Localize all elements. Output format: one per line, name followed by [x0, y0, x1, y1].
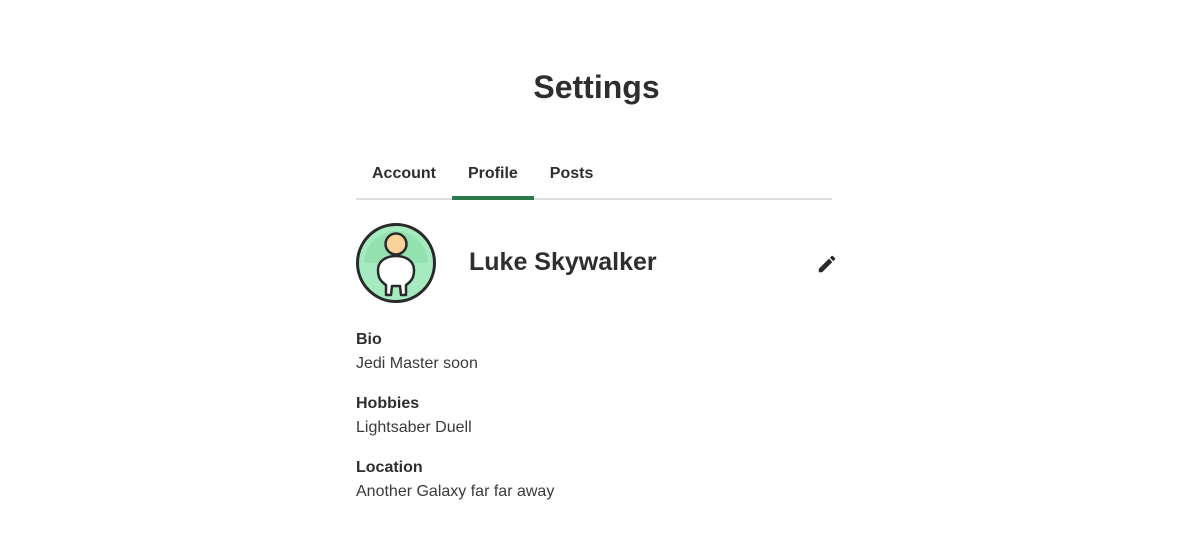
hobbies-value: Lightsaber Duell: [356, 419, 472, 436]
bio-field: Bio Jedi Master soon: [356, 329, 832, 376]
page-title: Settings: [533, 69, 660, 105]
location-field: Location Another Galaxy far far away: [356, 457, 832, 504]
tab-account[interactable]: Account: [356, 152, 452, 198]
settings-page: Settings Account Profile Posts Luke Skyw…: [0, 0, 1193, 538]
hobbies-field: Hobbies Lightsaber Duell: [356, 393, 832, 440]
profile-header: Luke Skywalker: [356, 223, 836, 305]
location-value: Another Galaxy far far away: [356, 483, 555, 500]
bio-value: Jedi Master soon: [356, 355, 478, 372]
settings-tabs: Account Profile Posts: [356, 152, 832, 200]
pencil-icon[interactable]: [816, 253, 838, 275]
profile-name: Luke Skywalker: [469, 248, 657, 276]
tab-profile[interactable]: Profile: [452, 152, 534, 200]
person-avatar-icon: [356, 223, 436, 303]
location-label: Location: [356, 459, 423, 476]
bio-label: Bio: [356, 331, 382, 348]
tab-posts[interactable]: Posts: [534, 152, 610, 198]
hobbies-label: Hobbies: [356, 395, 420, 412]
